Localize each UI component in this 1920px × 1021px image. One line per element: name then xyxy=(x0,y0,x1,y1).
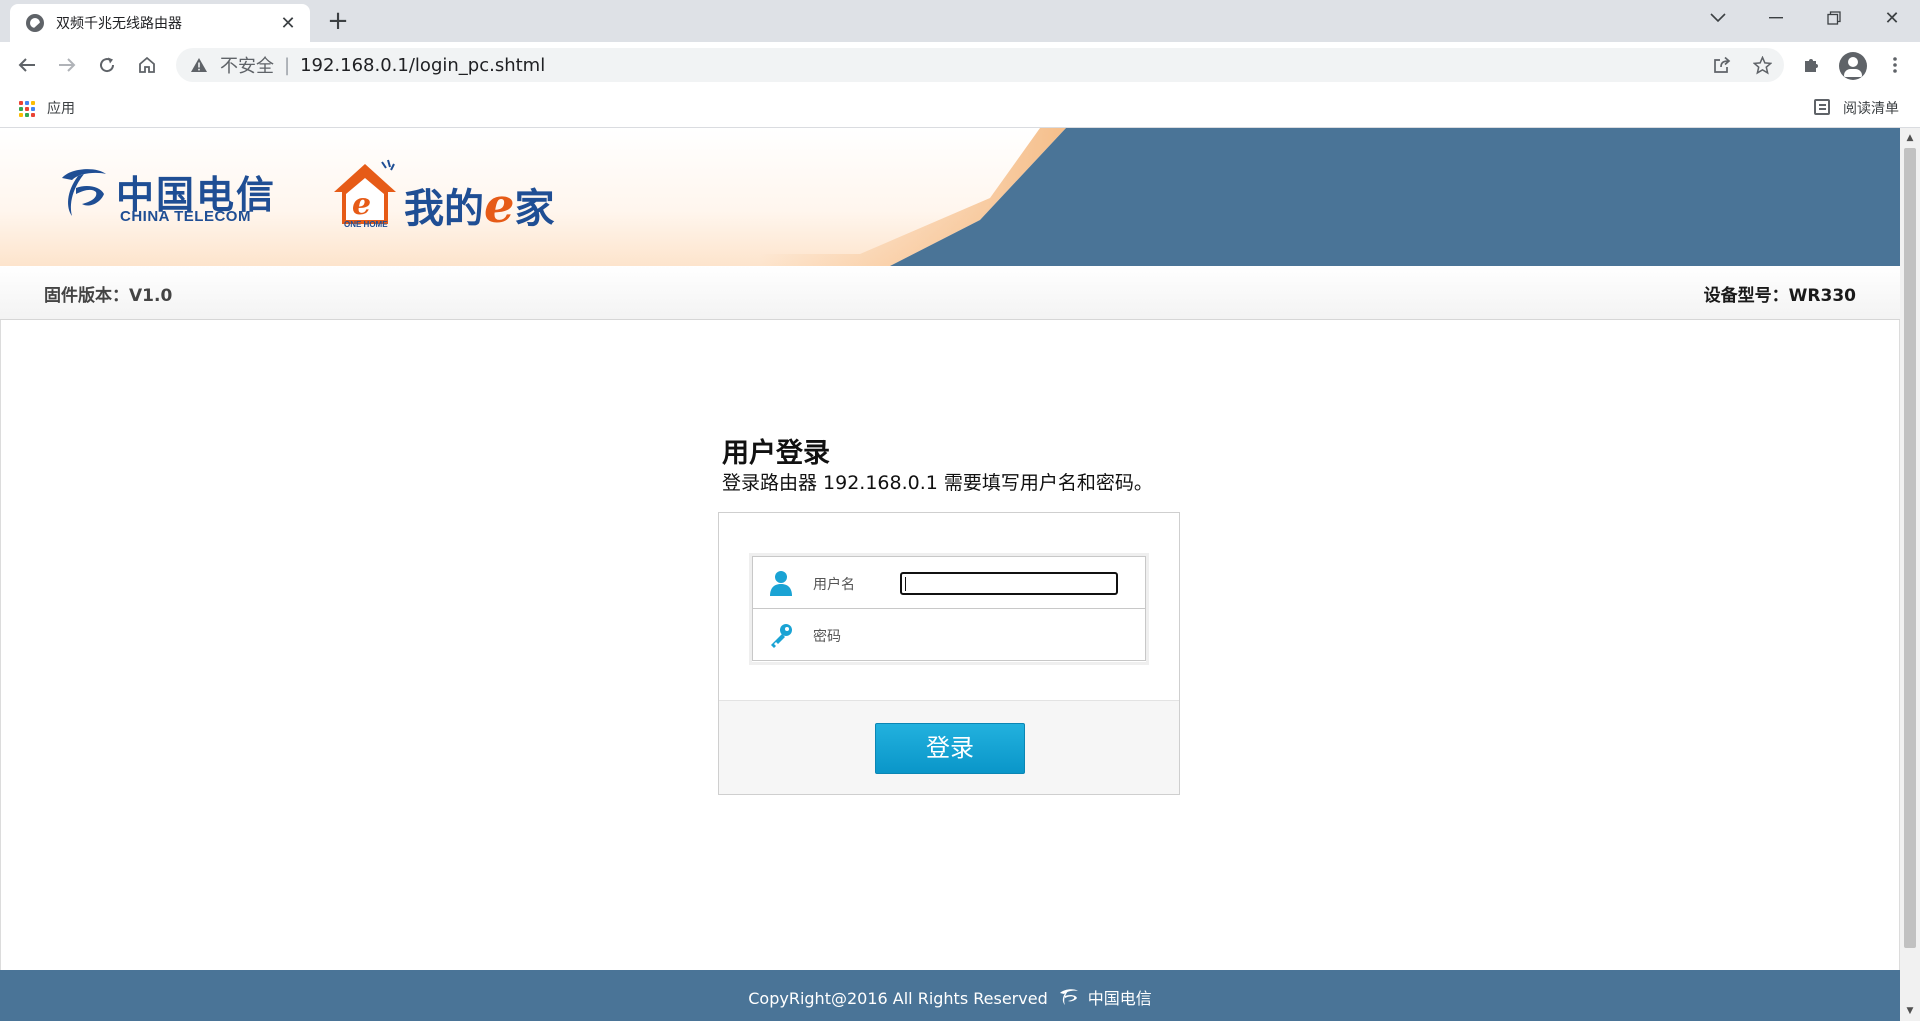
close-window-button[interactable]: ✕ xyxy=(1864,0,1920,36)
password-label: 密码 xyxy=(813,629,841,645)
browser-tab[interactable]: 双频千兆无线路由器 ✕ xyxy=(10,4,310,42)
forward-button[interactable] xyxy=(51,49,83,81)
star-icon xyxy=(1752,55,1772,74)
menu-button[interactable] xyxy=(1880,50,1910,80)
restore-icon xyxy=(1827,11,1841,25)
bookmark-star-button[interactable] xyxy=(1747,50,1777,80)
reading-list-icon[interactable] xyxy=(1814,99,1830,115)
minimize-button[interactable] xyxy=(1748,0,1804,36)
china-telecom-logo: 中国电信 CHINA TELECOM xyxy=(56,164,286,225)
login-description: 登录路由器 192.168.0.1 需要填写用户名和密码。 xyxy=(722,472,1153,494)
tab-title: 双频千兆无线路由器 xyxy=(56,16,182,32)
reload-icon xyxy=(100,57,115,73)
address-bar[interactable]: 不安全 | 192.168.0.1/login_pc.shtml xyxy=(176,48,1784,82)
text-caret xyxy=(905,577,906,591)
home-button[interactable] xyxy=(131,49,163,81)
key-icon xyxy=(771,624,792,648)
china-telecom-mark-icon xyxy=(1059,989,1078,1005)
home-icon xyxy=(139,56,155,73)
browser-toolbar: 不安全 | 192.168.0.1/login_pc.shtml xyxy=(0,42,1920,88)
arrow-right-icon xyxy=(59,58,76,72)
device-model: 设备型号：WR330 xyxy=(1703,286,1856,306)
device-info-bar: 固件版本：V1.0 设备型号：WR330 xyxy=(0,266,1900,320)
tab-search-button[interactable] xyxy=(1690,0,1746,36)
arrow-left-icon xyxy=(18,58,35,72)
page-scrollbar[interactable]: ▲ ▼ xyxy=(1900,128,1920,1021)
ehome-wordmark-part: 我的 xyxy=(404,186,484,232)
chevron-down-icon xyxy=(1710,13,1726,23)
more-vert-icon xyxy=(1893,57,1897,73)
china-telecom-mark-icon xyxy=(62,169,106,216)
brand-en: CHINA TELECOM xyxy=(120,208,251,225)
svg-text:e: e xyxy=(352,187,371,222)
security-status[interactable]: 不安全 xyxy=(220,52,274,78)
puzzle-icon xyxy=(1805,59,1818,72)
firmware-version: 固件版本：V1.0 xyxy=(44,286,173,306)
ehome-wordmark-e: e xyxy=(484,178,515,234)
separator: | xyxy=(284,54,291,76)
reading-list-button[interactable]: 阅读清单 xyxy=(1843,98,1899,118)
url-text[interactable]: 192.168.0.1/login_pc.shtml xyxy=(300,55,545,76)
password-row: 密码 xyxy=(752,608,1146,661)
page-footer: CopyRight@2016 All Rights Reserved 中国电信 xyxy=(0,970,1900,1021)
apps-bookmark[interactable]: 应用 xyxy=(47,98,75,118)
credential-fields: 用户名 密码 xyxy=(749,553,1149,665)
minimize-icon xyxy=(1769,17,1783,19)
username-input[interactable] xyxy=(900,572,1118,595)
copyright-text: CopyRight@2016 All Rights Reserved xyxy=(748,989,1048,1008)
ehome-wordmark: 我的e家 xyxy=(404,176,555,234)
apps-grid-icon[interactable] xyxy=(19,101,35,117)
profile-avatar-icon[interactable] xyxy=(1839,52,1867,80)
footer-content: CopyRight@2016 All Rights Reserved 中国电信 xyxy=(0,985,1900,1009)
reload-button[interactable] xyxy=(91,49,123,81)
password-input[interactable] xyxy=(900,624,1118,647)
globe-icon xyxy=(26,14,44,32)
scroll-up-icon[interactable]: ▲ xyxy=(1900,130,1920,146)
close-tab-icon[interactable]: ✕ xyxy=(278,13,298,34)
footer-brand: 中国电信 xyxy=(1087,989,1152,1008)
extensions-button[interactable] xyxy=(1797,50,1827,80)
login-button[interactable]: 登录 xyxy=(875,723,1025,774)
scroll-down-icon[interactable]: ▼ xyxy=(1900,1003,1920,1019)
restore-button[interactable] xyxy=(1806,0,1862,36)
page-viewport: 中国电信 CHINA TELECOM e ONE HOME 我的e家 固件版本：… xyxy=(0,128,1900,1021)
ehome-small-text: ONE HOME xyxy=(344,220,388,229)
share-icon xyxy=(1714,56,1731,73)
username-label: 用户名 xyxy=(813,577,855,593)
warning-icon xyxy=(191,58,207,72)
user-icon xyxy=(770,571,792,596)
browser-tabstrip: 双频千兆无线路由器 ✕ + ✕ xyxy=(0,0,1920,42)
new-tab-button[interactable]: + xyxy=(324,8,352,36)
back-button[interactable] xyxy=(11,49,43,81)
bookmarks-bar: 应用 阅读清单 xyxy=(0,88,1920,128)
ehome-wordmark-part: 家 xyxy=(514,186,555,232)
header-banner: 中国电信 CHINA TELECOM e ONE HOME 我的e家 xyxy=(0,128,1900,266)
close-icon: ✕ xyxy=(1884,7,1900,29)
ehome-logo: e ONE HOME 我的e家 xyxy=(330,158,600,238)
login-title: 用户登录 xyxy=(722,438,830,469)
login-form: 用户名 密码 登录 xyxy=(718,512,1180,795)
username-row: 用户名 xyxy=(752,556,1146,609)
share-button[interactable] xyxy=(1707,50,1737,80)
button-area: 登录 xyxy=(719,700,1179,794)
scrollbar-thumb[interactable] xyxy=(1904,148,1916,948)
